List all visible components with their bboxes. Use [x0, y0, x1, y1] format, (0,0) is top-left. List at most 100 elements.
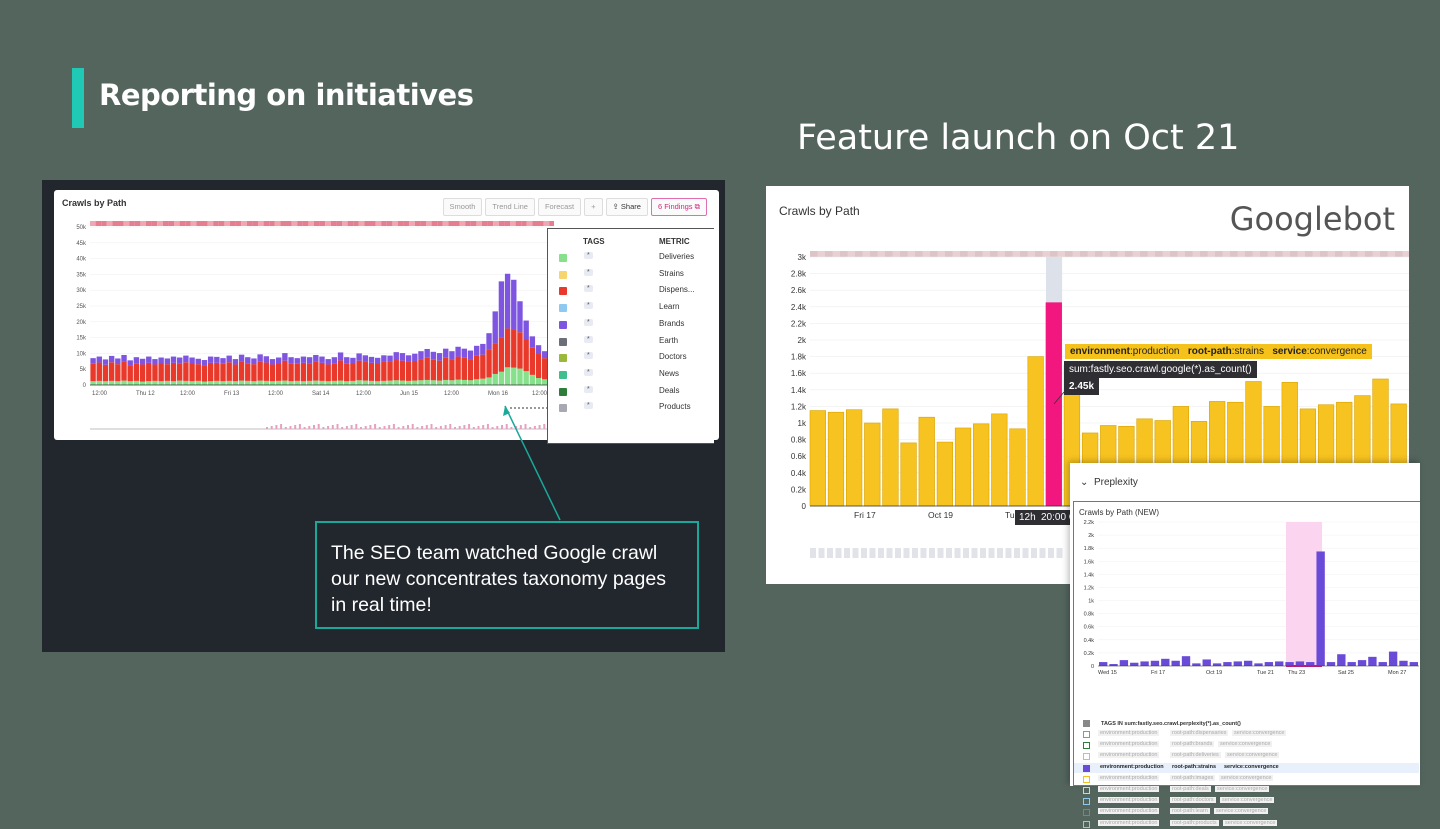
legend-item[interactable]: * Deliveries	[548, 251, 714, 265]
y-tick-label: 1.6k	[1084, 559, 1095, 565]
bar-segment	[529, 374, 536, 385]
tag-checkbox[interactable]	[1083, 820, 1090, 828]
bar-segment	[306, 380, 313, 385]
bar-segment	[498, 371, 505, 385]
tag-row[interactable]: environment:production root-path:doctors s…	[1074, 796, 1419, 806]
heatmap-cell	[179, 221, 186, 226]
heatmap-cell	[877, 251, 885, 257]
bar-segment	[473, 355, 480, 380]
bar	[1388, 651, 1398, 666]
heatmap-cell	[975, 251, 983, 257]
legend-tag: *	[584, 285, 593, 293]
heatmap-cell	[246, 221, 253, 226]
y-tick-label: 1k	[798, 419, 807, 428]
bar-segment	[486, 377, 492, 385]
navigator-bar	[903, 548, 910, 558]
bar-segment	[344, 357, 350, 364]
tag-service: service:convergence	[1219, 774, 1274, 781]
bar-segment	[368, 356, 375, 363]
legend-label: Dispens...	[659, 285, 695, 295]
bar-segment	[424, 357, 430, 380]
bar-segment	[306, 357, 313, 364]
bar-segment	[461, 357, 467, 380]
bar-segment	[362, 355, 368, 362]
heatmap-cell	[207, 221, 214, 226]
heatmap-cell	[190, 221, 197, 226]
tag-checkbox[interactable]	[1083, 753, 1090, 761]
bar-segment	[195, 358, 201, 365]
bar-segment	[96, 380, 102, 385]
heatmap-cell	[1170, 251, 1178, 257]
navigator-bar	[519, 425, 522, 429]
bar-segment	[201, 381, 208, 385]
tag-checkbox[interactable]	[1083, 731, 1090, 738]
heatmap-cell	[403, 221, 410, 226]
bar-segment	[455, 356, 461, 380]
heatmap-cell	[847, 251, 855, 257]
navigator-bar	[378, 427, 381, 429]
heatmap-cell	[353, 221, 359, 226]
tag-row[interactable]: environment:production root-path:images se…	[1074, 774, 1419, 784]
heatmap-cell	[892, 251, 900, 257]
bar-segment	[164, 364, 171, 381]
y-tick-label: 0	[1091, 664, 1094, 670]
tag-checkbox[interactable]	[1083, 775, 1090, 783]
tags-header: TAGS IN sum:fastly.seo.crawl.perplexity(…	[1101, 721, 1241, 727]
heatmap-cell	[515, 221, 522, 226]
navigator-bar	[383, 426, 386, 429]
heatmap-cell	[274, 221, 281, 226]
bar	[827, 411, 845, 507]
section-header[interactable]: ⌄ Preplexity	[1080, 477, 1138, 488]
bar-segment	[121, 380, 127, 385]
bar-segment	[288, 357, 294, 364]
bar-segment	[356, 360, 362, 381]
tag-row[interactable]: environment:production root-path:deals ser…	[1074, 785, 1419, 795]
heatmap-cell	[140, 221, 146, 226]
bar-segment	[102, 364, 109, 382]
tag-row[interactable]: environment:production root-path:strains s…	[1074, 762, 1419, 773]
heatmap-cell	[1230, 251, 1238, 257]
bar	[1347, 662, 1356, 666]
legend-item[interactable]: * Doctors	[548, 351, 714, 365]
tag-row[interactable]: environment:production root-path:brands se…	[1074, 740, 1419, 750]
legend-item[interactable]: * Dispens...	[548, 284, 714, 298]
legend-item[interactable]: * Earth	[548, 335, 714, 349]
bar	[1223, 662, 1232, 666]
tag-row[interactable]: environment:production root-path:deliveri…	[1074, 751, 1419, 761]
navigator-bar	[397, 427, 400, 429]
navigator-bar	[388, 425, 391, 429]
legend-item[interactable]: * Products	[548, 401, 714, 415]
tag-checkbox[interactable]	[1083, 787, 1090, 794]
tag-row[interactable]: environment:production root-path:learn ser…	[1074, 807, 1419, 817]
bar-segment	[108, 355, 115, 363]
navigator-bar	[1048, 548, 1054, 558]
legend-item[interactable]: * Learn	[548, 301, 714, 315]
tag-checkbox[interactable]	[1083, 798, 1090, 806]
findings-button[interactable]: 6 Findings ⧉	[650, 198, 707, 216]
add-button[interactable]: +	[584, 198, 603, 216]
legend-item[interactable]: * Deals	[548, 385, 714, 399]
legend-item[interactable]: * Brands	[548, 318, 714, 332]
tag-checkbox[interactable]	[1083, 742, 1090, 750]
tag-path: root-path:images	[1170, 774, 1216, 781]
bar-segment	[170, 362, 177, 382]
tag-env: environment:production	[1098, 797, 1160, 804]
bar-segment	[127, 365, 133, 382]
legend-tag: *	[584, 402, 593, 410]
bar-segment	[96, 356, 102, 363]
tag-checkbox[interactable]	[1083, 809, 1090, 817]
share-button[interactable]: ⇪ Share	[605, 198, 648, 216]
navigator-bar	[322, 427, 325, 429]
tag-checkbox[interactable]	[1083, 764, 1090, 772]
legend-swatch	[559, 254, 567, 262]
legend-item[interactable]: * Strains	[548, 268, 714, 282]
tag-row[interactable]: environment:production root-path:dispensa…	[1074, 729, 1419, 739]
select-all-checkbox[interactable]	[1083, 720, 1090, 727]
legend-item[interactable]: * News	[548, 368, 714, 382]
y-tick-label: 1.8k	[1084, 546, 1095, 552]
tag-row[interactable]: environment:production root-path:products…	[1074, 819, 1419, 829]
bar-segment	[412, 360, 418, 381]
bar-segment	[152, 359, 158, 365]
heatmap-cell	[476, 221, 482, 226]
slide-subtitle: Feature launch on Oct 21	[797, 118, 1240, 158]
